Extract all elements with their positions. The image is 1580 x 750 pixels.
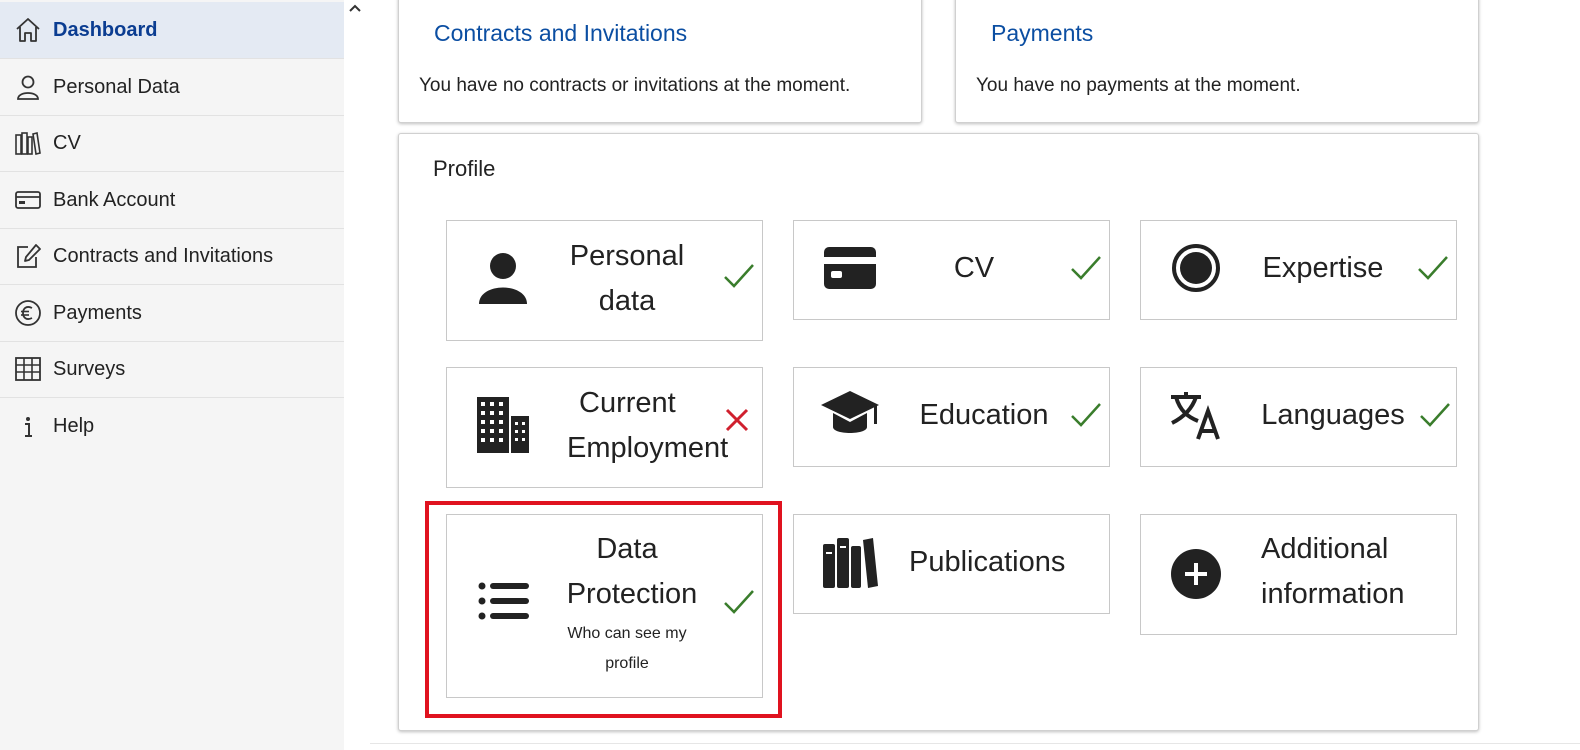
tile-publications[interactable]: Publications [793,514,1110,614]
tile-current-employment[interactable]: Current Employment [446,367,763,488]
tile-personal-data[interactable]: Personal data [446,220,763,341]
sidebar-item-label: CV [53,131,81,154]
sidebar-item-label: Payments [53,301,142,324]
tile-data-protection[interactable]: Data Protection Who can see my profile [446,514,763,698]
tile-sublabel: Who can see my [567,625,687,642]
cross-icon [725,408,749,432]
tile-label: Languages [1261,399,1405,431]
check-icon [1420,403,1450,427]
radio-target-icon [1169,241,1223,295]
contracts-card-title[interactable]: Contracts and Invitations [434,20,687,47]
check-icon [1418,256,1448,280]
books-icon [13,128,43,158]
card-icon [13,185,43,215]
check-icon [1071,403,1101,427]
edit-icon [13,241,43,271]
tile-education[interactable]: Education [793,367,1110,467]
credit-card-icon [821,243,879,293]
check-icon [724,264,754,288]
tile-label: Current [579,387,676,419]
payments-card-text: You have no payments at the moment. [976,75,1301,96]
check-icon [724,590,754,614]
sidebar-item-label: Help [53,415,95,437]
home-icon [13,15,43,45]
tile-label: data [598,285,656,317]
sidebar-item-label: Contracts and Invitations [53,244,274,267]
sidebar-item-contracts[interactable]: Contracts and Invitations [0,228,344,285]
grid-icon [13,354,43,384]
sidebar-item-label: Surveys [53,357,126,380]
tile-label: CV [953,252,995,284]
plus-circle-icon [1169,547,1223,601]
building-icon [475,396,531,454]
tile-label: Protection [566,578,698,610]
sidebar-item-help[interactable]: Help [0,398,344,455]
tile-sublabel: profile [605,655,649,672]
tile-expertise[interactable]: Expertise [1140,220,1457,320]
info-icon [13,412,43,442]
tile-additional-information[interactable]: Additional information [1140,514,1457,635]
person-filled-icon [475,251,531,307]
check-icon [1071,256,1101,280]
tile-label: Expertise [1262,252,1384,284]
sidebar-item-label: Bank Account [53,188,176,211]
payments-card-title[interactable]: Payments [991,20,1093,47]
sidebar: Dashboard Personal Data CV Bank Account … [0,0,344,750]
sidebar-item-label: Dashboard [53,18,158,41]
profile-title: Profile [433,156,496,181]
tile-label: Additional [1261,533,1389,565]
tile-label: Publications [909,546,1066,578]
person-icon [13,72,43,102]
books-filled-icon [820,533,880,591]
contracts-card: Contracts and Invitations You have no co… [398,0,922,123]
tile-label: Education [919,399,1049,431]
tile-label: Personal [569,240,685,272]
tile-label: Data [596,533,658,565]
tile-label: information [1261,578,1405,610]
sidebar-item-payments[interactable]: Payments [0,285,344,342]
translate-icon [1167,388,1225,442]
sidebar-item-surveys[interactable]: Surveys [0,341,344,398]
contracts-card-text: You have no contracts or invitations at … [419,75,851,96]
tile-languages[interactable]: Languages [1140,367,1457,467]
divider [370,743,1580,744]
graduation-cap-icon [819,388,881,442]
tile-cv[interactable]: CV [793,220,1110,320]
payments-card: Payments You have no payments at the mom… [955,0,1479,123]
euro-icon [13,298,43,328]
sidebar-item-bank-account[interactable]: Bank Account [0,172,344,229]
collapse-button[interactable] [346,0,364,18]
sidebar-item-dashboard[interactable]: Dashboard [0,2,344,59]
chevron-up-icon [349,4,361,12]
sidebar-item-label: Personal Data [53,75,180,98]
sidebar-item-cv[interactable]: CV [0,115,344,172]
list-icon [477,579,531,623]
sidebar-item-personal-data[interactable]: Personal Data [0,59,344,116]
